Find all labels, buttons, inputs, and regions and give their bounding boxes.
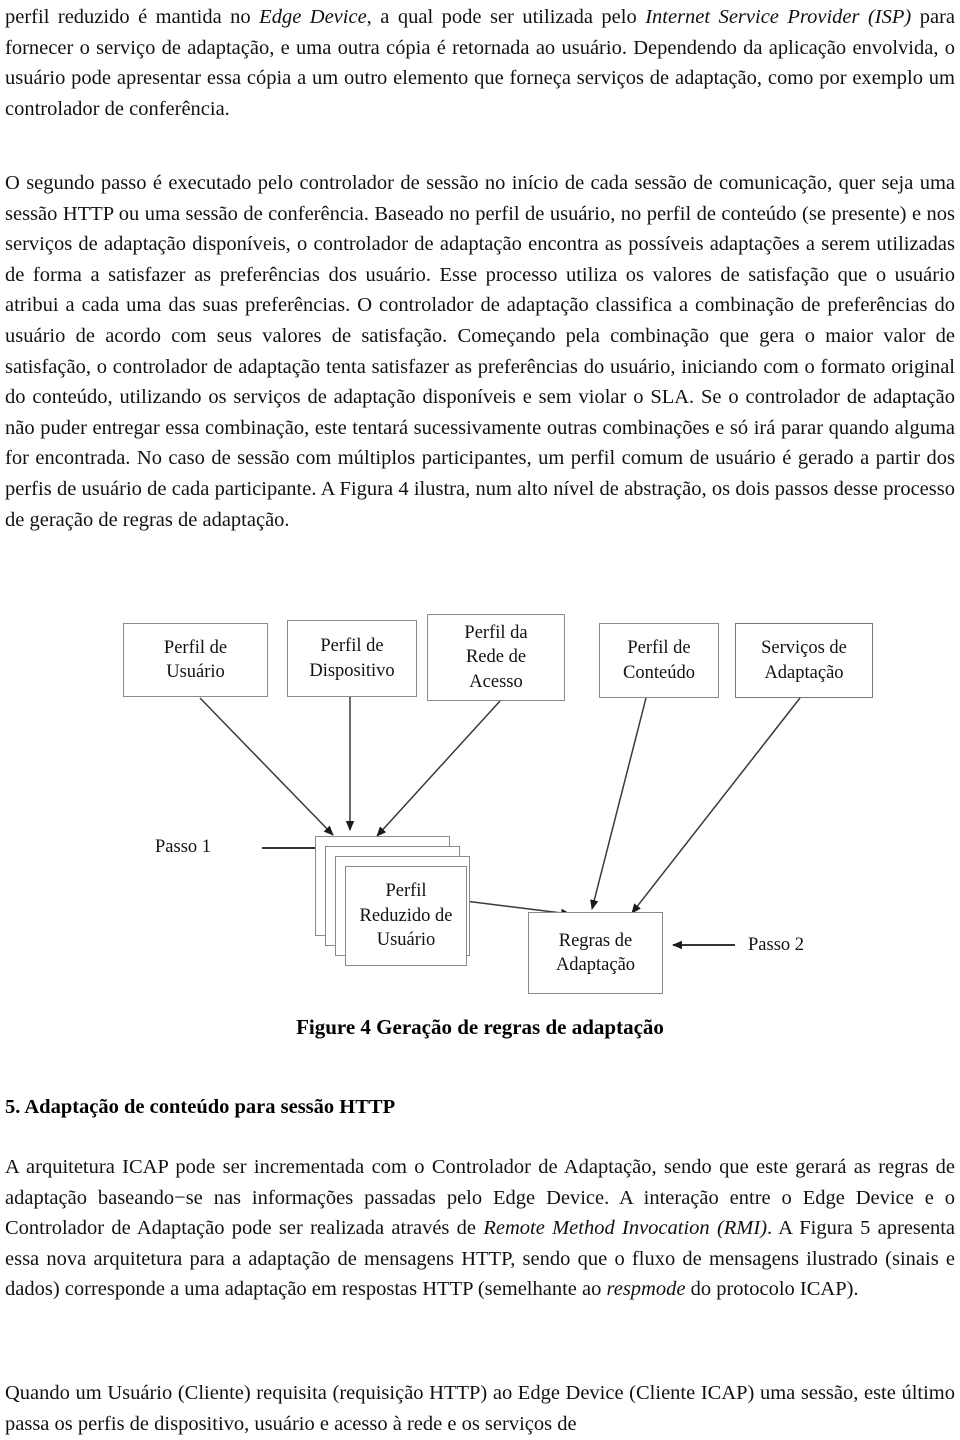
- figure-box-perfil-conteudo: Perfil de Conteúdo: [599, 623, 719, 698]
- figure-box-reduzido-line2: Reduzido de: [359, 905, 453, 926]
- figure-box-perfil-conteudo-line1: Perfil de: [627, 638, 691, 658]
- paragraph-1-emphasis-isp: Internet Service Provider (ISP): [645, 6, 912, 28]
- figure-box-servicos-line2: Adaptação: [764, 662, 844, 683]
- figure-box-regras-line2: Adaptação: [555, 955, 636, 975]
- paragraph-3-emphasis-respmode: respmode: [606, 1278, 686, 1301]
- figure-box-perfil-usuario-line2: Usuário: [166, 662, 225, 682]
- figure-label-passo-2: Passo 2: [748, 935, 805, 955]
- paragraph-2: O segundo passo é executado pelo control…: [5, 172, 955, 531]
- document-page: perfil reduzido é mantida no Edge Device…: [0, 0, 960, 1440]
- figure-box-perfil-rede-line1: Perfil da: [464, 622, 528, 643]
- paragraph-1-part-2: , a qual pode ser utilizada pelo: [366, 6, 646, 28]
- paragraph-3: A arquitetura ICAP pode ser incrementada…: [5, 1152, 955, 1305]
- paragraph-1: perfil reduzido é mantida no Edge Device…: [5, 2, 955, 124]
- figure-box-perfil-dispositivo-line1: Perfil de: [320, 636, 384, 656]
- figure-box-reduzido-line3: Usuário: [376, 930, 436, 951]
- paragraph-3-emphasis-rmi: Remote Method Invocation (RMI): [483, 1217, 768, 1240]
- figure-box-perfil-rede-line3: Acesso: [469, 671, 523, 692]
- figure-box-perfil-dispositivo-line2: Dispositivo: [309, 660, 395, 681]
- figure-box-perfil-rede-acesso: Perfil da Rede de Acesso: [427, 614, 565, 701]
- figure-box-servicos-adaptacao: Serviços de Adaptação: [735, 623, 873, 698]
- figure-box-perfil-rede-line2: Rede de: [465, 647, 527, 668]
- figure-box-perfil-dispositivo: Perfil de Dispositivo: [287, 620, 417, 697]
- figure-box-regras-line1: Regras de: [558, 930, 633, 951]
- figure-box-perfil-conteudo-line2: Conteúdo: [623, 662, 695, 683]
- paragraph-1-emphasis-edge-device: Edge Device: [259, 6, 367, 28]
- section-heading-5: 5. Adaptação de conteúdo para sessão HTT…: [5, 1096, 396, 1118]
- figure-4-diagram: Perfil de Usuário Perfil de Dispositivo …: [0, 600, 960, 1060]
- paragraph-1-part-1: perfil reduzido é mantida no: [5, 6, 260, 28]
- figure-box-perfil-reduzido-usuario: Perfil Reduzido de Usuário: [345, 866, 467, 966]
- figure-box-perfil-usuario: Perfil de Usuário: [123, 623, 268, 697]
- figure-4-caption: Figure 4 Geração de regras de adaptação: [296, 1015, 664, 1039]
- figure-box-servicos-line1: Serviços de: [761, 638, 847, 658]
- figure-box-reduzido-line1: Perfil: [385, 881, 427, 902]
- paragraph-3-part-3: do protocolo ICAP).: [685, 1278, 859, 1301]
- figure-label-passo-1: Passo 1: [155, 837, 212, 857]
- paragraph-4: Quando um Usuário (Cliente) requisita (r…: [5, 1382, 955, 1435]
- figure-box-perfil-usuario-line1: Perfil de: [163, 637, 228, 658]
- figure-box-regras-adaptacao: Regras de Adaptação: [528, 912, 663, 994]
